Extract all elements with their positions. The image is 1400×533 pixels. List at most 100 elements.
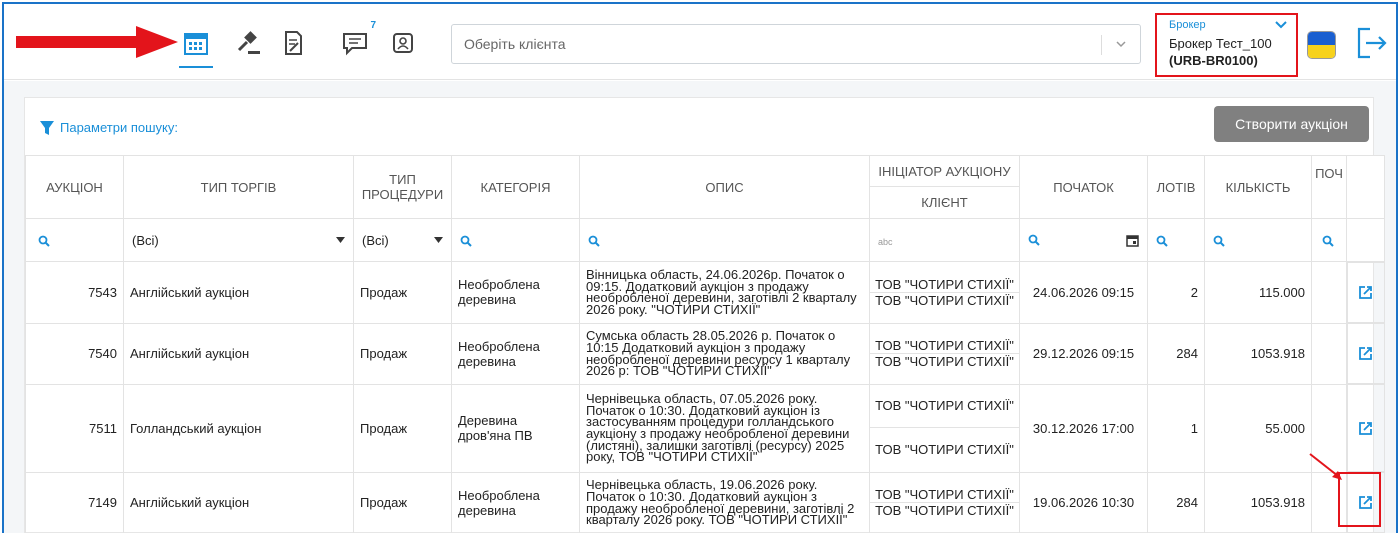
search-icon xyxy=(460,235,472,247)
chevron-down-icon[interactable] xyxy=(1274,19,1288,31)
quantity: 1053.918 xyxy=(1204,322,1312,385)
initiator-client: ТОВ "ЧОТИРИ СТИХІЇ" ТОВ "ЧОТИРИ СТИХІЇ" xyxy=(869,383,1020,473)
initiator-client: ТОВ "ЧОТИРИ СТИХІЇ" ТОВ "ЧОТИРИ СТИХІЇ" xyxy=(869,471,1020,533)
broker-name: Брокер Тест_100 xyxy=(1169,36,1272,51)
highlight-box-annotation xyxy=(1338,472,1381,527)
filter-trade-type[interactable]: (Всі) xyxy=(123,218,354,262)
auction-id: 7149 xyxy=(25,471,124,533)
filter-auction[interactable] xyxy=(25,218,124,262)
col-category[interactable]: КАТЕГОРІЯ xyxy=(451,155,580,219)
select-divider xyxy=(1101,35,1102,55)
calendar-icon[interactable] xyxy=(1126,234,1139,247)
col-description[interactable]: ОПИС xyxy=(579,155,870,219)
calendar-icon[interactable] xyxy=(179,26,213,68)
procedure: Продаж xyxy=(353,261,452,324)
start-date: 24.06.2026 09:15 xyxy=(1019,261,1148,324)
broker-selector[interactable]: Брокер Брокер Тест_100 (URB-BR0100) xyxy=(1155,13,1298,77)
quantity: 115.000 xyxy=(1204,261,1312,324)
open-external-icon[interactable] xyxy=(1347,262,1385,323)
broker-code: (URB-BR0100) xyxy=(1169,53,1258,68)
filter-start[interactable] xyxy=(1019,218,1148,262)
procedure-type-filter-value: (Всі) xyxy=(362,232,389,248)
client: ТОВ "ЧОТИРИ СТИХІЇ" xyxy=(875,442,1014,458)
col-auction[interactable]: АУКЦІОН xyxy=(25,155,124,219)
search-icon xyxy=(588,235,600,247)
search-icon xyxy=(1322,235,1334,247)
col-extra[interactable]: ПОЧ xyxy=(1311,155,1347,219)
col-start[interactable]: ПОЧАТОК xyxy=(1019,155,1148,219)
trade-type: Англійський аукціон xyxy=(123,471,354,533)
lots: 1 xyxy=(1147,383,1205,473)
table-row[interactable]: 7149 Англійський аукціон Продаж Необробл… xyxy=(25,471,1385,533)
trade-type-filter-value: (Всі) xyxy=(132,232,159,248)
filter-client[interactable]: abc xyxy=(869,218,1020,262)
broker-label: Брокер xyxy=(1169,19,1206,31)
auction-id: 7540 xyxy=(25,322,124,385)
open-external-icon[interactable] xyxy=(1347,323,1385,384)
filter-quantity[interactable] xyxy=(1204,218,1312,262)
trade-type: Англійський аукціон xyxy=(123,322,354,385)
col-initiator[interactable]: ІНІЦІАТОР АУКЦІОНУ xyxy=(870,156,1019,187)
col-trade-type[interactable]: ТИП ТОРГІВ xyxy=(123,155,354,219)
filter-actions xyxy=(1346,218,1385,262)
search-icon xyxy=(1156,235,1168,247)
extra-cell xyxy=(1311,322,1347,385)
filter-category[interactable] xyxy=(451,218,580,262)
client: ТОВ "ЧОТИРИ СТИХІЇ" xyxy=(875,354,1014,369)
filter-row: (Всі) (Всі) abc xyxy=(25,218,1385,262)
ukraine-flag-icon[interactable] xyxy=(1307,31,1336,59)
lots: 284 xyxy=(1147,471,1205,533)
contact-card-icon[interactable] xyxy=(386,26,420,60)
search-icon xyxy=(38,235,50,247)
col-quantity[interactable]: КІЛЬКІСТЬ xyxy=(1204,155,1312,219)
logout-icon[interactable] xyxy=(1356,26,1388,60)
procedure: Продаж xyxy=(353,322,452,385)
search-params-label: Параметри пошуку: xyxy=(60,120,178,135)
category: Деревина дров'яна ПВ xyxy=(451,383,580,473)
filter-lots[interactable] xyxy=(1147,218,1205,262)
start-date: 19.06.2026 10:30 xyxy=(1019,471,1148,533)
filter-description[interactable] xyxy=(579,218,870,262)
create-auction-button[interactable]: Створити аукціон xyxy=(1214,106,1369,142)
col-procedure-type[interactable]: ТИП ПРОЦЕДУРИ xyxy=(353,155,452,219)
auction-id: 7511 xyxy=(25,383,124,473)
description: Чернівецька область, 19.06.2026 року. По… xyxy=(579,471,870,533)
initiator: ТОВ "ЧОТИРИ СТИХІЇ" xyxy=(870,277,1019,293)
header-row: АУКЦІОН ТИП ТОРГІВ ТИП ПРОЦЕДУРИ КАТЕГОР… xyxy=(25,155,1385,219)
initiator: ТОВ "ЧОТИРИ СТИХІЇ" xyxy=(870,487,1019,503)
filter-procedure-type[interactable]: (Всі) xyxy=(353,218,452,262)
caret-down-icon xyxy=(434,237,443,243)
client: ТОВ "ЧОТИРИ СТИХІЇ" xyxy=(875,503,1014,518)
search-params-toggle[interactable]: Параметри пошуку: xyxy=(40,120,178,135)
procedure: Продаж xyxy=(353,471,452,533)
auction-id: 7543 xyxy=(25,261,124,324)
col-client[interactable]: КЛІЄНТ xyxy=(870,187,1019,218)
search-icon xyxy=(1213,235,1225,247)
text-filter-icon: abc xyxy=(878,236,893,247)
gavel-icon[interactable] xyxy=(232,26,266,60)
messages-icon[interactable]: 7 xyxy=(338,20,376,60)
start-date: 29.12.2026 09:15 xyxy=(1019,322,1148,385)
lots: 284 xyxy=(1147,322,1205,385)
col-initiator-client[interactable]: ІНІЦІАТОР АУКЦІОНУ КЛІЄНТ xyxy=(869,155,1020,219)
client-select[interactable]: Оберіть клієнта xyxy=(451,24,1141,64)
trade-type: Англійський аукціон xyxy=(123,261,354,324)
col-actions xyxy=(1346,155,1385,219)
category: Необроблена деревина xyxy=(451,261,580,324)
category: Необроблена деревина xyxy=(451,471,580,533)
table-row[interactable]: 7543 Англійський аукціон Продаж Необробл… xyxy=(25,261,1385,324)
quantity: 1053.918 xyxy=(1204,471,1312,533)
col-lots[interactable]: ЛОТІВ xyxy=(1147,155,1205,219)
quantity: 55.000 xyxy=(1204,383,1312,473)
table-row[interactable]: 7540 Англійський аукціон Продаж Необробл… xyxy=(25,322,1385,385)
filter-extra[interactable] xyxy=(1311,218,1347,262)
red-arrow-annotation xyxy=(16,26,178,58)
trade-type: Голландський аукціон xyxy=(123,383,354,473)
document-edit-icon[interactable] xyxy=(276,26,310,60)
table-row[interactable]: 7511 Голландський аукціон Продаж Деревин… xyxy=(25,383,1385,473)
initiator-client: ТОВ "ЧОТИРИ СТИХІЇ" ТОВ "ЧОТИРИ СТИХІЇ" xyxy=(869,261,1020,324)
chevron-down-icon[interactable] xyxy=(1114,37,1128,51)
description: Сумська область 28.05.2026 р. Початок о … xyxy=(579,322,870,385)
open-external-icon[interactable] xyxy=(1347,384,1385,472)
message-count-badge: 7 xyxy=(370,20,376,31)
